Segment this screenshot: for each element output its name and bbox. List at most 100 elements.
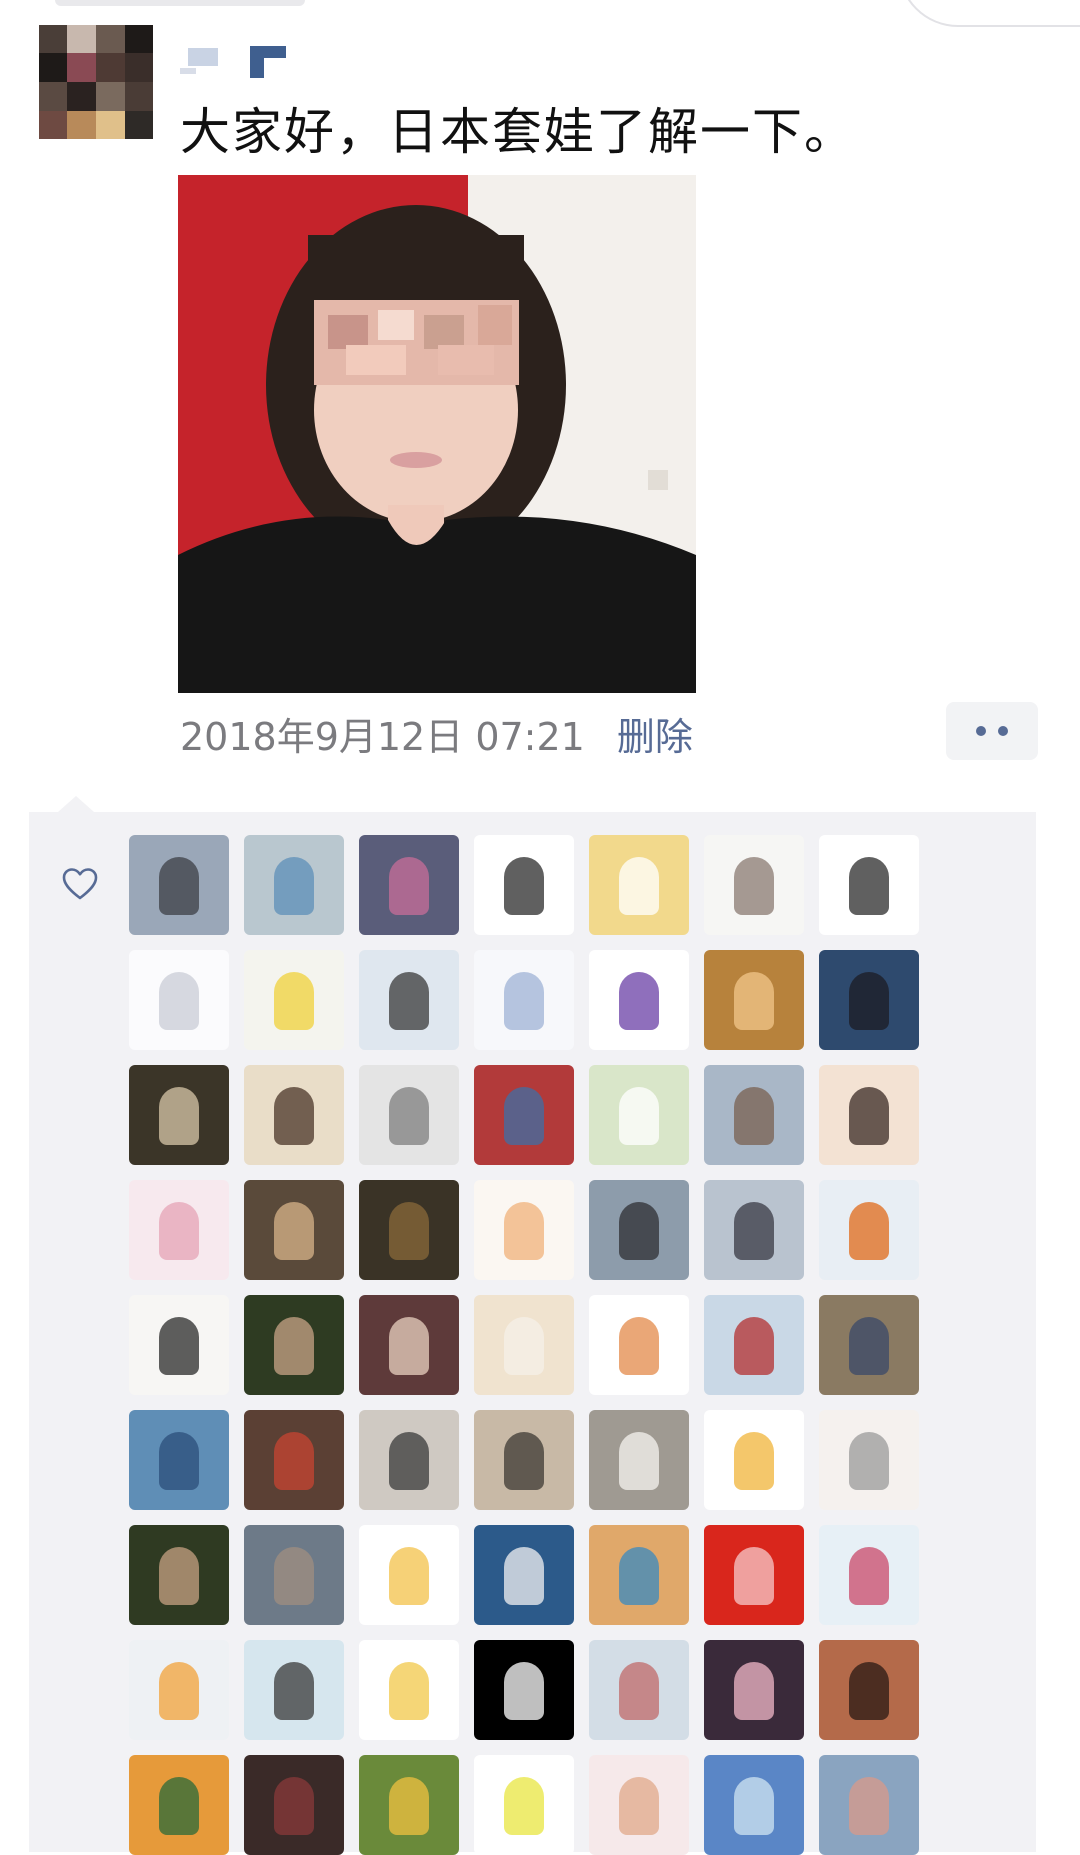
liker-avatar[interactable] (129, 835, 229, 935)
liker-avatar[interactable] (129, 1525, 229, 1625)
liker-avatar[interactable] (244, 1295, 344, 1395)
liker-avatar-figure (274, 1432, 314, 1490)
liker-avatar-figure (619, 972, 659, 1030)
liker-avatar[interactable] (819, 1065, 919, 1165)
liker-avatar[interactable] (129, 1640, 229, 1740)
liker-avatar[interactable] (589, 1640, 689, 1740)
likes-panel (29, 812, 1036, 1855)
liker-avatar-figure (389, 1202, 429, 1260)
liker-avatar-figure (159, 1547, 199, 1605)
liker-avatar-figure (504, 1777, 544, 1835)
liker-avatar[interactable] (129, 1065, 229, 1165)
liker-avatar-figure (159, 972, 199, 1030)
liker-avatar-figure (734, 1547, 774, 1605)
liker-avatar[interactable] (819, 835, 919, 935)
liker-avatar[interactable] (589, 1180, 689, 1280)
liker-avatar[interactable] (704, 1180, 804, 1280)
liker-avatar[interactable] (244, 950, 344, 1050)
liker-avatar[interactable] (359, 1295, 459, 1395)
liker-avatar-figure (849, 1087, 889, 1145)
liker-avatar[interactable] (704, 835, 804, 935)
liker-avatar[interactable] (819, 1755, 919, 1855)
liker-avatar-figure (734, 1317, 774, 1375)
liker-avatar-figure (619, 1317, 659, 1375)
liker-avatar[interactable] (244, 1755, 344, 1855)
liker-avatar-figure (389, 1317, 429, 1375)
liker-avatar[interactable] (589, 1295, 689, 1395)
liker-avatar-figure (619, 1432, 659, 1490)
liker-avatar[interactable] (129, 1755, 229, 1855)
liker-avatar[interactable] (244, 1525, 344, 1625)
liker-avatar[interactable] (129, 1295, 229, 1395)
liker-avatar[interactable] (704, 1410, 804, 1510)
liker-avatar[interactable] (244, 1180, 344, 1280)
liker-avatar[interactable] (129, 1180, 229, 1280)
liker-avatar-figure (159, 1317, 199, 1375)
liker-avatar[interactable] (244, 1065, 344, 1165)
more-dots-icon (976, 726, 986, 736)
liker-avatar-figure (619, 1087, 659, 1145)
liker-avatar[interactable] (704, 1640, 804, 1740)
liker-avatar[interactable] (474, 835, 574, 935)
liker-avatar[interactable] (359, 950, 459, 1050)
liker-avatar[interactable] (359, 1640, 459, 1740)
liker-avatar-figure (504, 1087, 544, 1145)
liker-avatar-figure (504, 972, 544, 1030)
liker-avatar[interactable] (129, 950, 229, 1050)
liker-avatar[interactable] (819, 1180, 919, 1280)
liker-avatar[interactable] (704, 1755, 804, 1855)
liker-avatar-figure (619, 1662, 659, 1720)
liker-avatar[interactable] (589, 950, 689, 1050)
liker-avatar[interactable] (589, 835, 689, 935)
post-photo[interactable] (178, 175, 696, 693)
liker-avatar[interactable] (819, 1295, 919, 1395)
liker-avatar-figure (849, 972, 889, 1030)
liker-avatar[interactable] (129, 1410, 229, 1510)
liker-avatar[interactable] (359, 1065, 459, 1165)
post-photo-image (178, 175, 696, 693)
poster-avatar[interactable] (39, 25, 153, 139)
liker-avatar[interactable] (704, 1065, 804, 1165)
liker-avatar[interactable] (819, 950, 919, 1050)
liker-avatar[interactable] (704, 950, 804, 1050)
liker-avatar-figure (504, 1547, 544, 1605)
liker-avatar[interactable] (474, 1755, 574, 1855)
liker-avatar[interactable] (589, 1755, 689, 1855)
liker-avatar[interactable] (704, 1295, 804, 1395)
liker-avatar[interactable] (359, 1180, 459, 1280)
liker-avatar[interactable] (474, 1410, 574, 1510)
liker-avatar-figure (274, 1777, 314, 1835)
heart-outline-icon (62, 868, 98, 900)
liker-avatar[interactable] (589, 1525, 689, 1625)
liker-avatar-figure (849, 1662, 889, 1720)
poster-nickname-blurred[interactable] (180, 42, 290, 82)
liker-avatar[interactable] (359, 1755, 459, 1855)
liker-avatar[interactable] (819, 1410, 919, 1510)
liker-avatar-figure (274, 1317, 314, 1375)
liker-avatar[interactable] (474, 1065, 574, 1165)
liker-avatar[interactable] (244, 1640, 344, 1740)
liker-avatar[interactable] (244, 1410, 344, 1510)
liker-avatar[interactable] (474, 1640, 574, 1740)
liker-avatar[interactable] (589, 1410, 689, 1510)
liker-avatar-figure (159, 857, 199, 915)
delete-button[interactable]: 删除 (617, 706, 693, 761)
liker-avatar[interactable] (359, 835, 459, 935)
liker-avatar[interactable] (244, 835, 344, 935)
liker-avatar-figure (619, 1777, 659, 1835)
liker-avatar[interactable] (589, 1065, 689, 1165)
post-meta-row: 2018年9月12日 07:21 删除 (180, 706, 693, 761)
liker-avatar[interactable] (819, 1525, 919, 1625)
liker-avatar[interactable] (819, 1640, 919, 1740)
liker-avatar-figure (159, 1662, 199, 1720)
liker-avatar-figure (619, 1202, 659, 1260)
liker-avatar[interactable] (474, 1295, 574, 1395)
liker-avatar[interactable] (359, 1410, 459, 1510)
liker-avatar[interactable] (474, 950, 574, 1050)
liker-avatar[interactable] (474, 1180, 574, 1280)
liker-avatar[interactable] (704, 1525, 804, 1625)
liker-avatar[interactable] (359, 1525, 459, 1625)
liker-avatar[interactable] (474, 1525, 574, 1625)
more-actions-button[interactable] (946, 702, 1038, 760)
liker-avatar-figure (734, 1202, 774, 1260)
